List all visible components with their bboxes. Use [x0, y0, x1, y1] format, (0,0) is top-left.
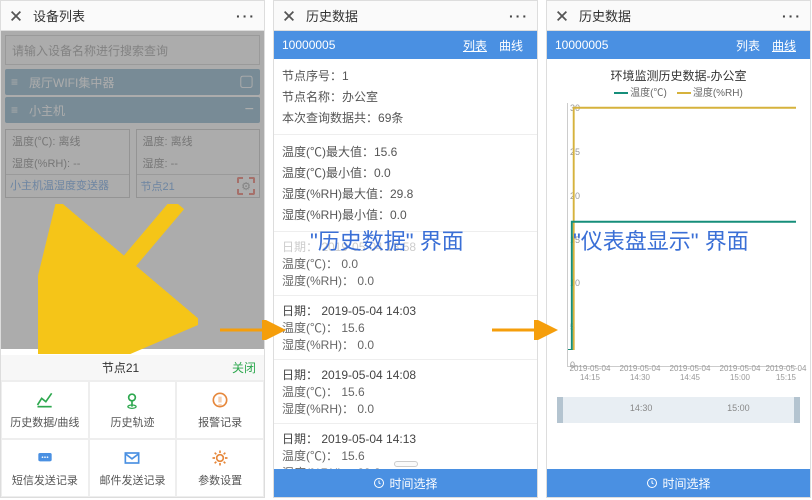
- nav-pill: [394, 461, 418, 467]
- log-entry: 日期： 2019-05-04 14:08 温度(℃)： 15.6 湿度(%RH)…: [274, 360, 537, 424]
- device-id: 10000005: [282, 38, 457, 52]
- titlebar: 历史数据 ···: [547, 1, 810, 31]
- title: 设备列表: [29, 6, 236, 25]
- annotation-label: "历史数据" 界面: [310, 224, 464, 256]
- title: 历史数据: [302, 6, 509, 25]
- tab-curve[interactable]: 曲线: [493, 37, 529, 54]
- log-list[interactable]: 日期： 2019-05-04 13:58 温度(℃)： 0.0 湿度(%RH)：…: [274, 232, 537, 488]
- history-track-button[interactable]: 历史轨迹: [89, 381, 177, 439]
- sub-header: 10000005 列表 曲线: [274, 31, 537, 59]
- tab-list[interactable]: 列表: [730, 37, 766, 54]
- alarm-record-button[interactable]: 报警记录: [176, 381, 264, 439]
- node-info: 节点序号：1 节点名称：办公室 本次查询数据共：69条: [274, 59, 537, 135]
- slider-handle-right[interactable]: [794, 397, 800, 423]
- annotation-label: "仪表盘显示" 界面: [573, 224, 749, 256]
- bottom-sheet: 节点21 关闭 历史数据/曲线 历史轨迹 报警记录 短信发送记录 邮件发送记录 …: [1, 355, 264, 497]
- chart-title: 环境监测历史数据-办公室: [551, 63, 806, 84]
- arrow-annotation: [492, 320, 562, 340]
- slider-handle-left[interactable]: [557, 397, 563, 423]
- gear-icon[interactable]: ⚙: [237, 177, 255, 195]
- sheet-title: 节点21: [9, 359, 232, 376]
- sub-header: 10000005 列表 曲线: [547, 31, 810, 59]
- sms-record-button[interactable]: 短信发送记录: [1, 439, 89, 497]
- arrow-annotation: [220, 320, 290, 340]
- tab-curve[interactable]: 曲线: [766, 37, 802, 54]
- device-card[interactable]: 温度: 离线 湿度: -- 节点21⚙: [136, 129, 261, 198]
- clock-icon: [646, 477, 658, 489]
- collapse-icon[interactable]: ▢: [239, 75, 254, 89]
- stats-block: 温度(℃)最大值：15.6 温度(℃)最小值：0.0 湿度(%RH)最大值：29…: [274, 135, 537, 232]
- titlebar: 设备列表 ···: [1, 1, 264, 31]
- search-input[interactable]: 请输入设备名称进行搜索查询: [5, 35, 260, 65]
- more-icon[interactable]: ···: [782, 8, 802, 24]
- time-select-button[interactable]: 时间选择: [274, 469, 537, 497]
- time-slider[interactable]: 14:30 15:00: [557, 397, 800, 423]
- mail-record-button[interactable]: 邮件发送记录: [89, 439, 177, 497]
- time-select-button[interactable]: 时间选择: [547, 469, 810, 497]
- close-button[interactable]: 关闭: [232, 359, 256, 376]
- close-icon[interactable]: [9, 9, 23, 23]
- more-icon[interactable]: ···: [509, 8, 529, 24]
- titlebar: 历史数据 ···: [274, 1, 537, 31]
- arrow-annotation: [38, 204, 198, 354]
- param-setting-button[interactable]: 参数设置: [176, 439, 264, 497]
- title: 历史数据: [575, 6, 782, 25]
- tab-list[interactable]: 列表: [457, 37, 493, 54]
- device-id: 10000005: [555, 38, 730, 52]
- device-card[interactable]: 温度(℃): 离线 湿度(%RH): -- 小主机温湿度变送器: [5, 129, 130, 198]
- legend: 温度(℃) 湿度(%RH): [551, 84, 806, 99]
- more-icon[interactable]: ···: [236, 8, 256, 24]
- device-group-1[interactable]: ≡展厅WIFI集中器▢: [5, 69, 260, 95]
- clock-icon: [373, 477, 385, 489]
- close-icon[interactable]: [555, 9, 569, 23]
- collapse-icon[interactable]: −: [245, 103, 254, 117]
- device-group-2[interactable]: ≡小主机−: [5, 97, 260, 123]
- history-data-button[interactable]: 历史数据/曲线: [1, 381, 89, 439]
- close-icon[interactable]: [282, 9, 296, 23]
